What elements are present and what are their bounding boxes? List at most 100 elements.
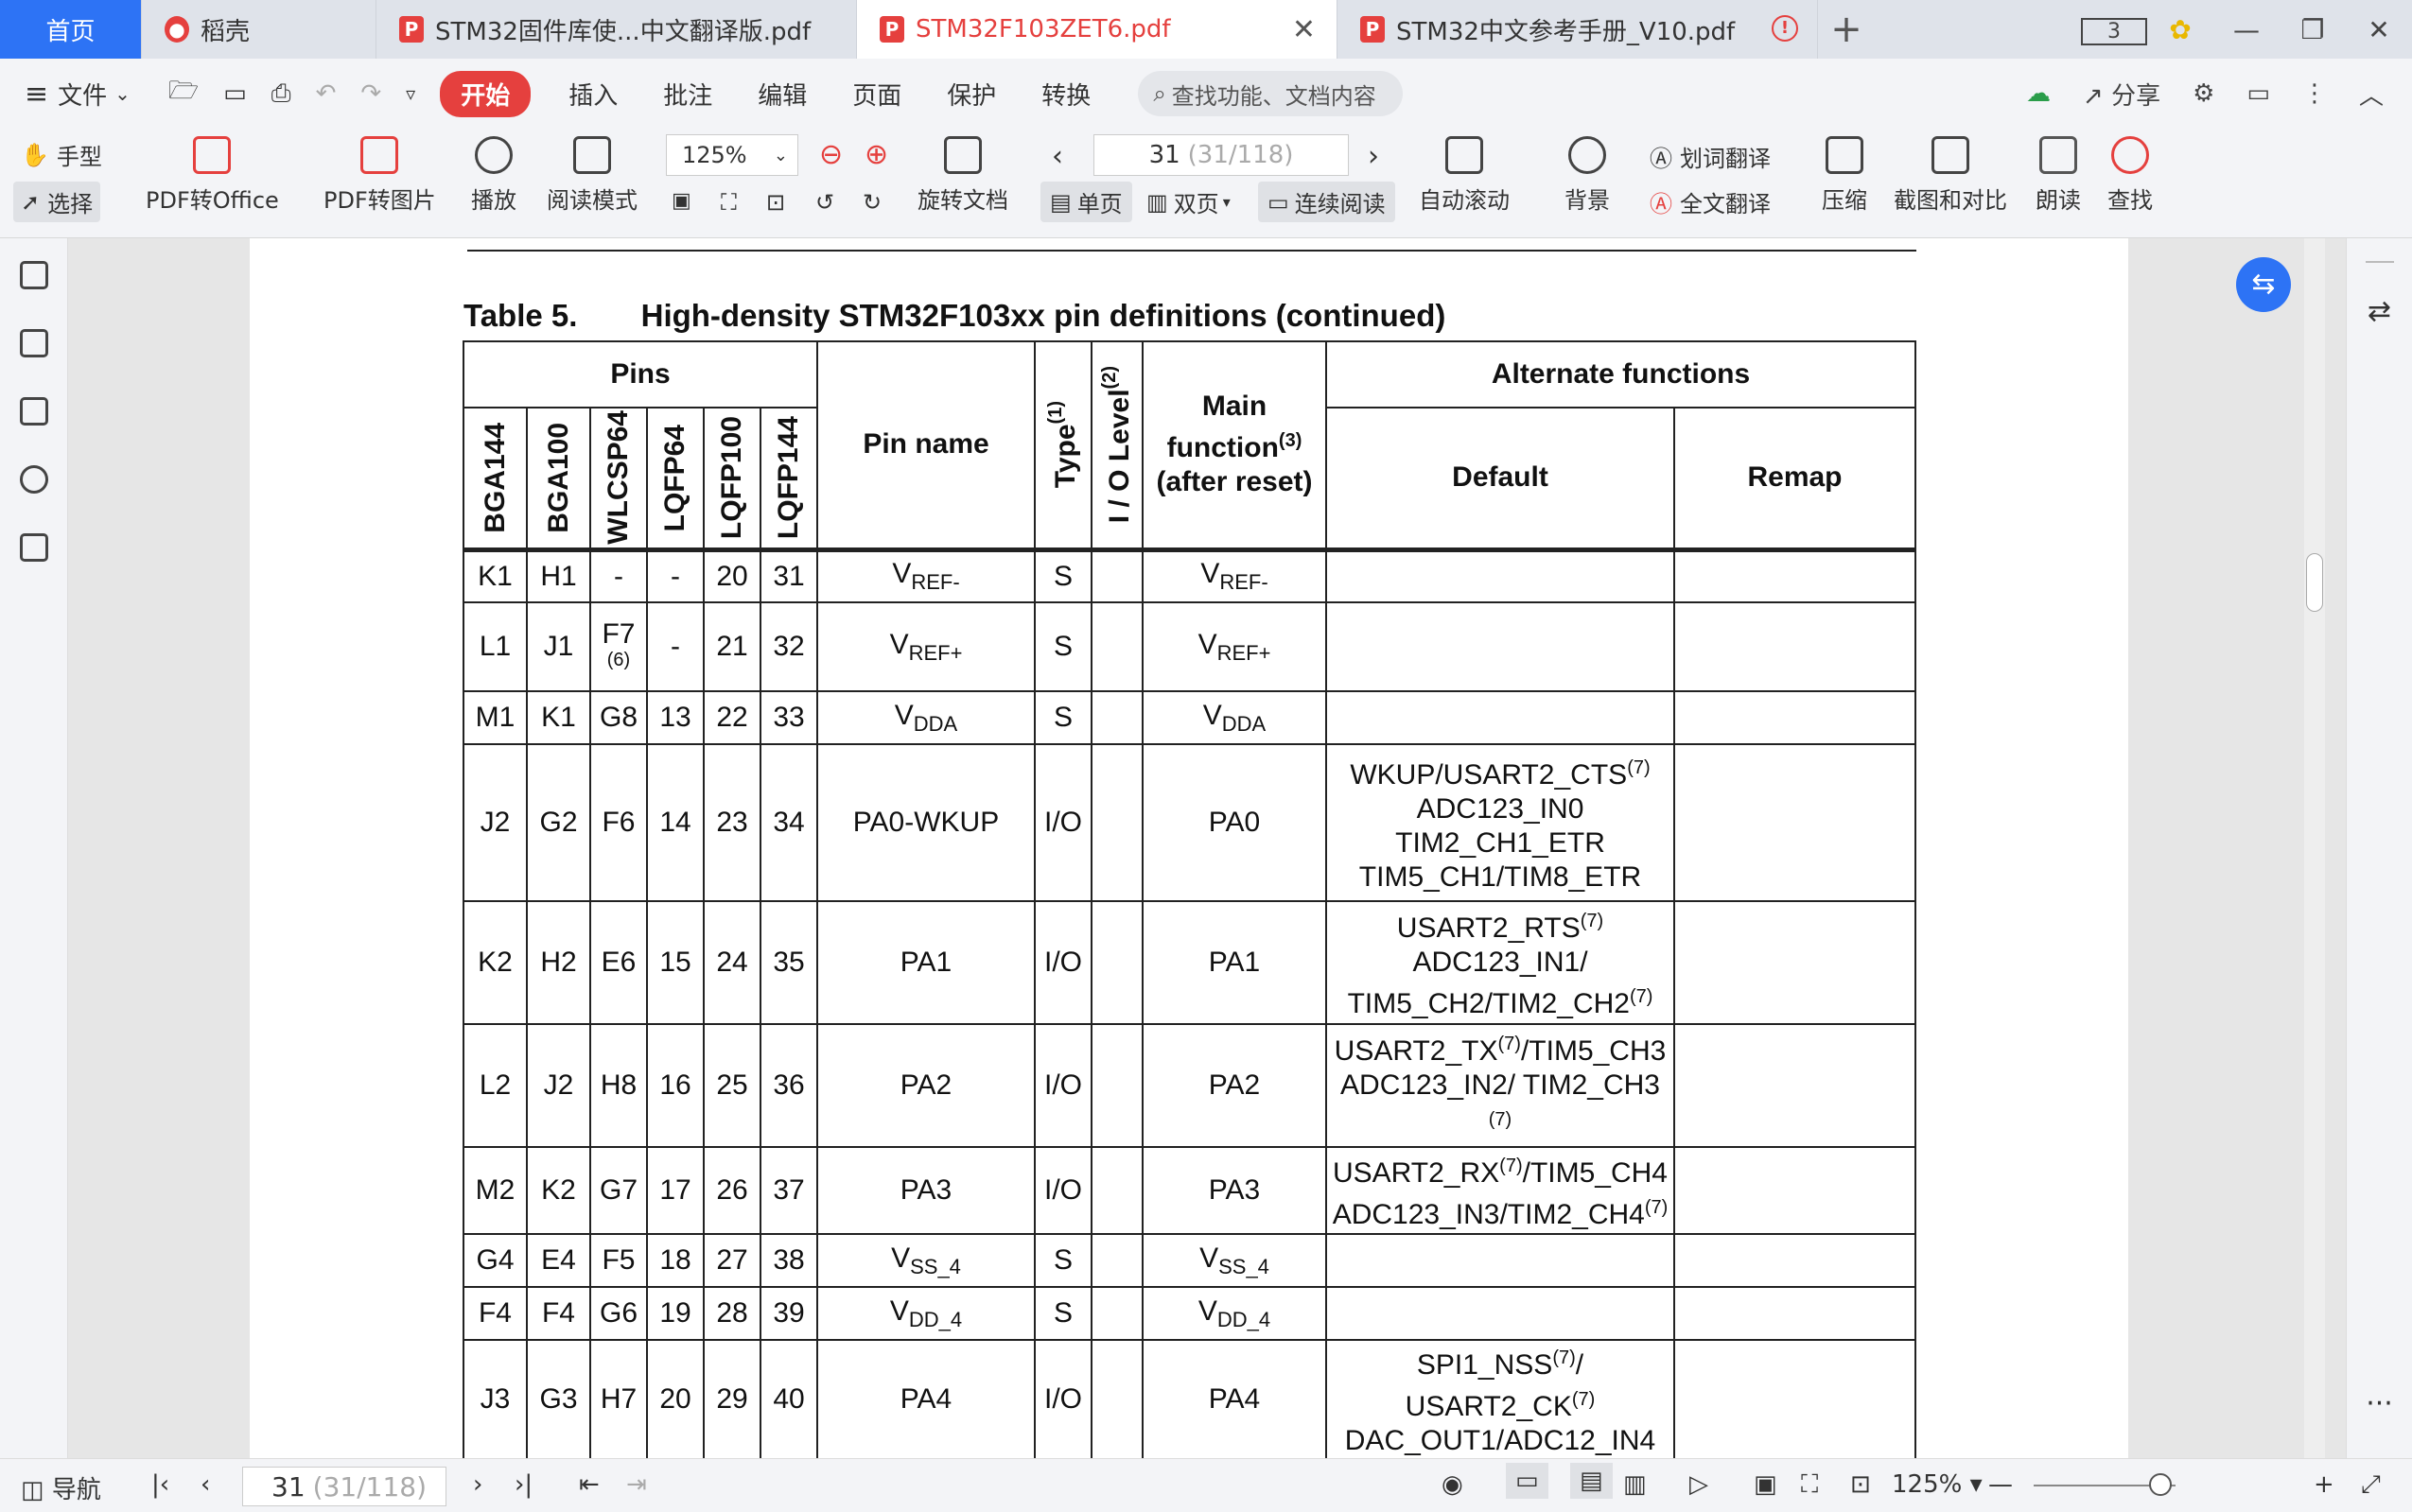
signature-icon[interactable] bbox=[19, 533, 48, 562]
zoom-select[interactable]: 125% ⌄ bbox=[666, 134, 798, 176]
full-translate-button[interactable]: Ⓐ 全文翻译 bbox=[1650, 185, 1771, 218]
read-aloud-button[interactable]: 朗读 bbox=[2036, 136, 2081, 215]
pin-number-cell: H2 bbox=[526, 900, 591, 1025]
menu-edit[interactable]: 编辑 bbox=[758, 77, 807, 112]
find-button[interactable]: 查找 bbox=[2107, 136, 2153, 215]
menu-insert[interactable]: 插入 bbox=[568, 77, 618, 112]
collapse-ribbon-icon[interactable]: ︿ bbox=[2359, 77, 2384, 112]
pdf-to-image-button[interactable]: PDF转图片 bbox=[323, 136, 436, 215]
new-tab-icon[interactable]: + bbox=[1818, 0, 1875, 59]
menu-annotate[interactable]: 批注 bbox=[663, 77, 712, 112]
fit-width-icon[interactable]: ⊡ bbox=[766, 189, 785, 216]
floating-translate-icon[interactable]: ⇆ bbox=[2236, 257, 2291, 312]
chevron-down-icon[interactable]: ⌄ bbox=[114, 82, 131, 105]
hand-tool-button[interactable]: ✋ 手型 bbox=[21, 138, 102, 171]
tab-home[interactable]: 首页 bbox=[0, 0, 142, 59]
fullscreen-icon[interactable]: ⤢ bbox=[2361, 1470, 2381, 1500]
double-page-button[interactable]: ▥ 双页 ▾ bbox=[1146, 185, 1231, 218]
menu-convert[interactable]: 转换 bbox=[1041, 77, 1091, 112]
attachment-icon[interactable] bbox=[19, 465, 48, 494]
minimize-icon[interactable]: — bbox=[2213, 14, 2280, 45]
tab-firmware-pdf[interactable]: P STM32固件库使...中文翻译版.pdf bbox=[376, 0, 857, 59]
fit-width-icon[interactable]: ⊡ bbox=[1850, 1470, 1871, 1499]
double-page-mode-icon[interactable]: ▥ bbox=[1623, 1470, 1647, 1499]
close-window-icon[interactable]: ✕ bbox=[2346, 14, 2412, 45]
menu-page[interactable]: 页面 bbox=[852, 77, 901, 112]
tab-reference-manual-pdf[interactable]: P STM32中文参考手册_V10.pdf ! bbox=[1337, 0, 1818, 59]
auto-scroll-button[interactable]: 自动滚动 bbox=[1419, 136, 1510, 215]
print-icon[interactable]: ⎙ bbox=[271, 79, 291, 109]
more-icon[interactable]: ⋮ bbox=[2302, 79, 2327, 108]
read-mode-button[interactable]: 阅读模式 bbox=[547, 136, 638, 215]
hamburger-icon[interactable]: ≡ bbox=[25, 78, 48, 111]
next-page-icon[interactable]: › bbox=[1368, 140, 1379, 173]
tab-stm32f103zet6-pdf[interactable]: P STM32F103ZET6.pdf ✕ bbox=[857, 0, 1337, 59]
previous-page-icon[interactable]: ‹ bbox=[1052, 140, 1063, 173]
forward-icon[interactable]: ⇥ bbox=[626, 1470, 647, 1499]
close-tab-icon[interactable]: ✕ bbox=[1292, 13, 1316, 46]
redo-icon[interactable]: ↷ bbox=[360, 79, 381, 108]
continuous-reading-button[interactable]: ▭ 连续阅读 bbox=[1258, 182, 1395, 222]
feature-search-input[interactable]: ⌕ 查找功能、文档内容 bbox=[1138, 71, 1404, 116]
single-page-mode-icon[interactable]: ▤ bbox=[1570, 1463, 1613, 1499]
status-zoom-select[interactable]: 125% ▾ bbox=[1892, 1470, 1983, 1499]
share-button[interactable]: ↗ 分享 bbox=[2083, 77, 2160, 112]
cloud-sync-icon[interactable]: ☁ bbox=[2026, 79, 2051, 108]
restore-icon[interactable]: ❐ bbox=[2280, 14, 2346, 45]
first-page-icon[interactable]: |‹ bbox=[151, 1470, 169, 1499]
translate-panel-icon[interactable]: ⇄ bbox=[2347, 295, 2412, 328]
zoom-out-icon[interactable]: — bbox=[1988, 1470, 2013, 1499]
background-button[interactable]: 背景 bbox=[1564, 136, 1610, 215]
continuous-mode-icon[interactable]: ▭ bbox=[1506, 1463, 1548, 1499]
zoom-in-icon[interactable]: ⊕ bbox=[865, 138, 888, 171]
eye-protection-icon[interactable]: ◉ bbox=[1442, 1470, 1463, 1499]
bookmark-icon[interactable] bbox=[19, 261, 48, 289]
comment-icon[interactable] bbox=[19, 397, 48, 426]
rotate-right-icon[interactable]: ↻ bbox=[863, 189, 882, 216]
feedback-icon[interactable]: ▭ bbox=[2246, 79, 2270, 108]
menu-file[interactable]: 文件 bbox=[58, 77, 107, 112]
actual-size-icon[interactable]: ▣ bbox=[1754, 1470, 1777, 1499]
tab-docer[interactable]: ● 稻壳 bbox=[142, 0, 376, 59]
back-icon[interactable]: ⇤ bbox=[579, 1470, 600, 1499]
play-icon[interactable]: ▷ bbox=[1689, 1470, 1708, 1499]
scrollbar-thumb[interactable] bbox=[2306, 553, 2323, 612]
actual-size-icon[interactable]: ▣ bbox=[672, 189, 691, 213]
more-options-icon[interactable]: ··· bbox=[2347, 1387, 2412, 1420]
previous-page-icon[interactable]: ‹ bbox=[201, 1470, 210, 1499]
save-icon[interactable]: ▭ bbox=[223, 79, 247, 108]
quick-access-dropdown-icon[interactable]: ▿ bbox=[406, 82, 415, 105]
drag-handle[interactable] bbox=[2365, 261, 2394, 263]
undo-icon[interactable]: ↶ bbox=[316, 79, 337, 108]
screenshot-compare-button[interactable]: 截图和对比 bbox=[1894, 136, 2007, 215]
compress-button[interactable]: 压缩 bbox=[1822, 136, 1867, 215]
tab-count-badge[interactable]: 3 bbox=[2081, 13, 2147, 45]
word-translate-button[interactable]: Ⓐ 划词翻译 bbox=[1650, 140, 1771, 173]
fit-page-icon[interactable]: ⛶ bbox=[1801, 1470, 1818, 1500]
status-page-input[interactable]: 31 (31/118) bbox=[242, 1467, 446, 1506]
menu-protect[interactable]: 保护 bbox=[947, 77, 996, 112]
rotate-left-icon[interactable]: ↺ bbox=[815, 189, 834, 216]
vertical-scrollbar[interactable] bbox=[2304, 238, 2325, 1458]
io-level-cell bbox=[1091, 1023, 1144, 1148]
pdf-to-office-button[interactable]: PDF转Office bbox=[146, 136, 279, 215]
rotate-document-button[interactable]: 旋转文档 bbox=[918, 136, 1008, 215]
select-tool-button[interactable]: ➚ 选择 bbox=[13, 182, 101, 222]
main-function-cell: PA2 bbox=[1142, 1023, 1327, 1148]
page-number-input[interactable]: 31 (31/118) bbox=[1093, 134, 1349, 176]
right-sidebar: ⇄ ··· bbox=[2346, 238, 2412, 1458]
navigation-toggle[interactable]: ◫ 导航 bbox=[21, 1470, 101, 1505]
last-page-icon[interactable]: ›| bbox=[515, 1470, 533, 1499]
mascot-icon[interactable]: ✿ bbox=[2147, 14, 2213, 45]
zoom-slider-handle[interactable] bbox=[2149, 1473, 2172, 1496]
open-folder-icon[interactable]: 🗁 bbox=[168, 73, 199, 114]
single-page-button[interactable]: ▤ 单页 bbox=[1040, 182, 1132, 222]
thumbnail-icon[interactable] bbox=[19, 329, 48, 357]
next-page-icon[interactable]: › bbox=[473, 1470, 482, 1499]
zoom-in-icon[interactable]: + bbox=[2314, 1470, 2334, 1499]
play-button[interactable]: 播放 bbox=[471, 136, 516, 215]
settings-icon[interactable]: ⚙ bbox=[2193, 79, 2214, 108]
menu-start[interactable]: 开始 bbox=[440, 70, 532, 117]
fit-page-icon[interactable]: ⛶ bbox=[721, 189, 737, 216]
zoom-out-icon[interactable]: ⊖ bbox=[819, 138, 843, 171]
